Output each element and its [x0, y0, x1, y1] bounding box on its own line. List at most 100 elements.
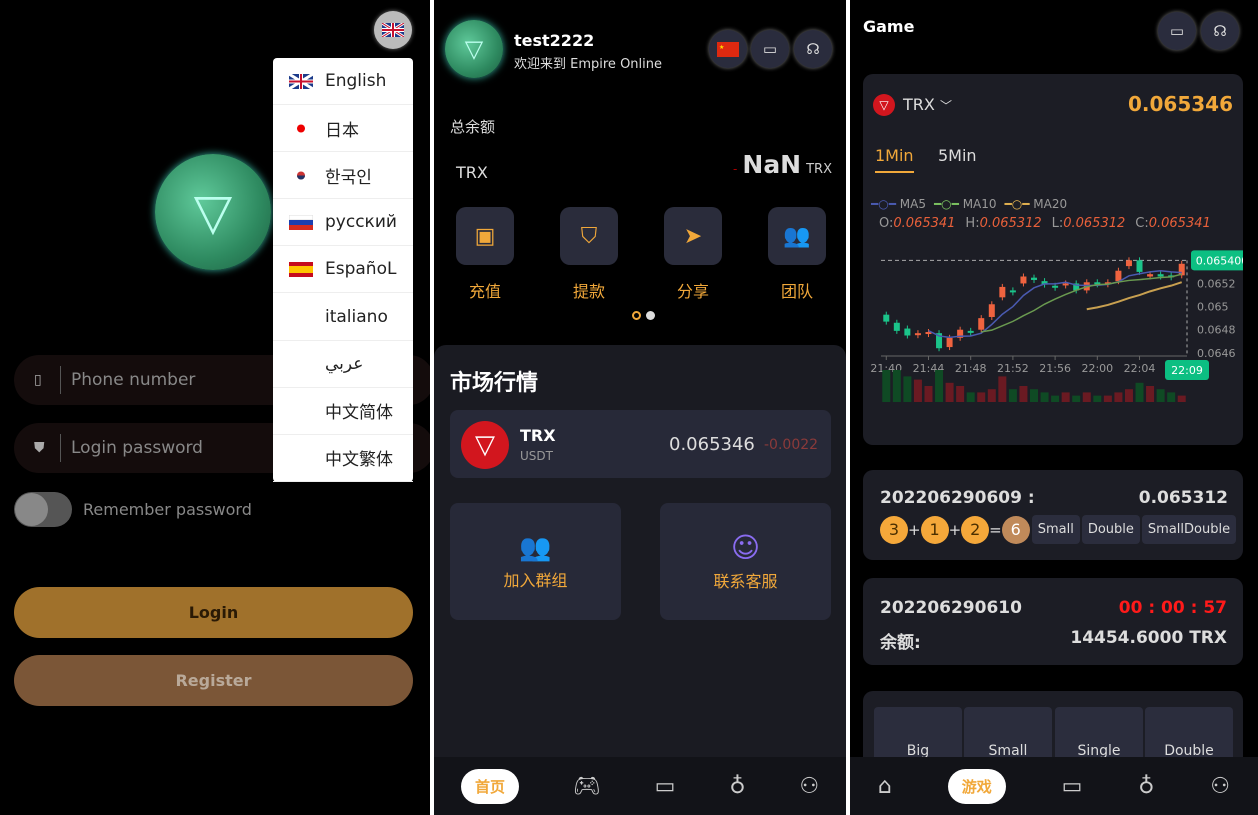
home-screen: ▽ test2222 欢迎来到 Empire Online ★ ▭ ☊ 总余额 …: [434, 0, 846, 815]
contact-service-label: 联系客服: [713, 572, 778, 591]
language-button[interactable]: ★: [709, 30, 747, 68]
result-ball: 3: [880, 515, 908, 544]
nav-game[interactable]: 游戏: [947, 768, 1006, 804]
y-tick-label: 0.0646: [1197, 347, 1236, 360]
market-symbol: TRX: [520, 426, 556, 445]
symbol-selector[interactable]: TRX ﹀: [903, 95, 952, 114]
volume-bar: [966, 392, 975, 402]
market-change: -0.0022: [764, 437, 819, 453]
carousel-dot[interactable]: [646, 311, 655, 320]
customer-service-icon[interactable]: ☊: [794, 30, 832, 68]
volume-bar: [924, 386, 933, 402]
tab-5min[interactable]: 5Min: [938, 146, 977, 165]
username: test2222: [514, 31, 595, 50]
x-tick-label: 21:56: [1039, 362, 1071, 375]
last-price-badge-label: 0.065400: [1196, 254, 1243, 267]
volume-bar: [956, 386, 965, 402]
trx-icon: ▽: [873, 94, 895, 116]
language-label: EspañoL: [325, 259, 397, 280]
uk-flag-icon: [289, 73, 313, 89]
market-row-trx[interactable]: ▽ TRX USDT 0.065346 -0.0022: [450, 410, 831, 478]
nav-wallet-icon[interactable]: ▭: [1062, 774, 1083, 799]
volume-bar: [1072, 395, 1081, 402]
market-price: 0.065346: [669, 434, 755, 455]
chevron-down-icon: ﹀: [939, 99, 952, 113]
volume-bar: [1103, 395, 1112, 402]
remember-toggle[interactable]: [14, 492, 72, 527]
volume-bar: [1156, 389, 1165, 402]
nav-profile-icon[interactable]: ⚇: [1210, 774, 1230, 799]
deposit-label: 充值: [468, 282, 501, 301]
trx-icon: ▽: [461, 421, 509, 469]
volume-bar: [1124, 389, 1133, 402]
message-icon[interactable]: ▭: [751, 30, 789, 68]
register-button[interactable]: Register: [14, 655, 413, 706]
language-option-5[interactable]: italiano: [273, 293, 413, 341]
candle: [1009, 290, 1016, 293]
nav-moneybag-icon[interactable]: ♁: [729, 774, 745, 799]
language-option-2[interactable]: 한국인: [273, 152, 413, 200]
join-group-label: 加入群组: [503, 571, 568, 590]
y-tick-label: 0.0648: [1197, 324, 1236, 337]
candle: [1020, 276, 1027, 284]
join-group-button[interactable]: 👥 加入群组: [450, 503, 621, 620]
x-tick-label: 21:52: [997, 362, 1029, 375]
x-tick-label: 22:00: [1081, 362, 1113, 375]
login-button[interactable]: Login: [14, 587, 413, 638]
language-option-4[interactable]: EspañoL: [273, 246, 413, 294]
volume-bar: [935, 370, 944, 402]
volume-bar: [945, 382, 954, 402]
remember-label: Remember password: [83, 500, 252, 519]
tron-logo: ▽: [155, 154, 271, 270]
language-dropdown: English 日本 한국인 русский EspañoL italiano عربي 中文…: [273, 58, 413, 482]
contact-service-button[interactable]: ☺ 联系客服: [660, 503, 831, 620]
volume-bar: [1061, 392, 1070, 402]
customer-service-icon[interactable]: ☊: [1201, 12, 1239, 50]
team-button[interactable]: 👥: [768, 207, 826, 265]
ma5-label: MA5: [899, 197, 926, 211]
china-flag-icon: ★: [717, 41, 739, 57]
language-option-1[interactable]: 日本: [273, 105, 413, 153]
candle: [883, 314, 890, 322]
nav-home-icon[interactable]: ⌂: [878, 774, 892, 799]
ma10-label: MA10: [962, 197, 997, 211]
candle: [1147, 274, 1154, 277]
language-option-0[interactable]: English: [273, 58, 413, 106]
result-row: 3 + 1 + 2 = 6 Small Double SmallDouble: [880, 515, 1237, 544]
yuan-shield-icon: ⛉: [580, 223, 598, 249]
nav-moneybag-icon[interactable]: ♁: [1138, 774, 1154, 799]
candle: [999, 286, 1006, 298]
language-option-3[interactable]: русский: [273, 199, 413, 247]
balance-prefix: -: [733, 162, 738, 176]
language-option-7[interactable]: 中文简体: [273, 388, 413, 435]
balance-amount: - NaN TRX: [733, 150, 832, 179]
language-button[interactable]: [374, 11, 412, 49]
tab-1min[interactable]: 1Min: [875, 146, 914, 173]
message-icon[interactable]: ▭: [1158, 12, 1196, 50]
nav-home[interactable]: 首页: [460, 768, 519, 804]
volume-bar: [1114, 392, 1123, 402]
candlestick-chart[interactable]: 0.06520.0650.06480.064621:40 21:44 21:48 21…: [863, 244, 1243, 404]
result-tag: Small: [1031, 515, 1080, 544]
language-label: русский: [325, 212, 397, 233]
es-flag-icon: [289, 261, 313, 277]
team-icon: 👥: [783, 223, 811, 249]
volume-bar: [1008, 389, 1017, 402]
balance-label: 余额:: [880, 633, 921, 653]
time-badge-label: 22:09: [1171, 364, 1203, 377]
nav-game-icon[interactable]: 🎮︎: [573, 774, 601, 799]
balance-value: 14454.6000 TRX: [1070, 628, 1227, 648]
language-option-8[interactable]: 中文繁体: [273, 435, 413, 482]
phone-icon: ▯: [34, 372, 42, 388]
volume-bar: [1167, 392, 1176, 402]
chart-card: ▽ TRX ﹀ 0.065346 1Min 5Min ━○━ MA5 ━○━ M…: [863, 74, 1243, 445]
deposit-button[interactable]: ▣: [456, 207, 514, 265]
last-price: 0.065312: [1138, 488, 1228, 508]
nav-wallet-icon[interactable]: ▭: [655, 774, 676, 799]
carousel-dot[interactable]: [632, 311, 641, 320]
withdraw-button[interactable]: ⛉: [560, 207, 618, 265]
language-option-6[interactable]: عربي: [273, 341, 413, 388]
nav-profile-icon[interactable]: ⚇: [799, 774, 819, 799]
share-button[interactable]: ➤: [664, 207, 722, 265]
balance-unit: TRX: [806, 162, 832, 177]
